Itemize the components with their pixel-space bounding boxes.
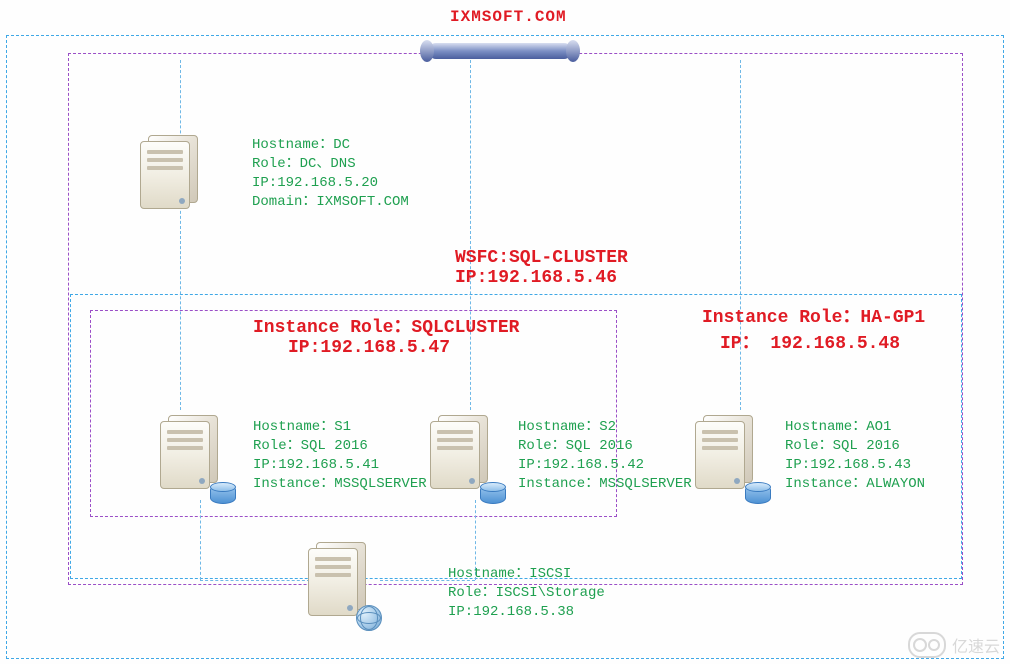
link-ao1	[740, 60, 741, 410]
disk-icon	[480, 482, 506, 504]
wsfc-label: WSFC:SQL-CLUSTER IP:192.168.5.46	[455, 248, 628, 288]
iscsi-ip: IP:192.168.5.38	[448, 603, 605, 622]
server-iscsi-icon	[308, 542, 378, 627]
ao1-ip: IP:192.168.5.43	[785, 456, 925, 475]
dc-domain: Domain：IXMSOFT.COM	[252, 193, 409, 212]
ao1-instance: Instance：ALWAYON	[785, 475, 925, 494]
domain-title: IXMSOFT.COM	[450, 8, 567, 26]
link-dc	[180, 60, 181, 410]
hagp1-role-ip: IP： 192.168.5.48	[720, 328, 925, 354]
s2-ip: IP:192.168.5.42	[518, 456, 692, 475]
hagp1-role-name: Instance Role：HA-GP1	[702, 302, 925, 328]
hagp1-role-label: Instance Role：HA-GP1 IP： 192.168.5.48	[702, 302, 925, 354]
ao1-role: Role：SQL 2016	[785, 437, 925, 456]
server-ao1-icon	[695, 415, 765, 500]
wsfc-name: WSFC:SQL-CLUSTER	[455, 248, 628, 268]
iscsi-info: Hostname：ISCSI Role：ISCSI\Storage IP:192…	[448, 565, 605, 622]
server-s1-icon	[160, 415, 230, 500]
s1-ip: IP:192.168.5.41	[253, 456, 427, 475]
disk-icon	[210, 482, 236, 504]
watermark-text: 亿速云	[952, 633, 1000, 657]
iscsi-hostname: Hostname：ISCSI	[448, 565, 605, 584]
watermark: 亿速云	[908, 632, 1000, 658]
watermark-logo-icon	[908, 632, 946, 658]
s2-hostname: Hostname：S2	[518, 418, 692, 437]
s1-hostname: Hostname：S1	[253, 418, 427, 437]
dc-info: Hostname：DC Role：DC、DNS IP:192.168.5.20 …	[252, 136, 409, 212]
network-bus-icon	[420, 40, 580, 62]
link-iscsi-s1-v	[200, 500, 201, 580]
dc-hostname: Hostname：DC	[252, 136, 409, 155]
dc-role: Role：DC、DNS	[252, 155, 409, 174]
s1-role: Role：SQL 2016	[253, 437, 427, 456]
s2-info: Hostname：S2 Role：SQL 2016 IP:192.168.5.4…	[518, 418, 692, 494]
s1-instance: Instance：MSSQLSERVER	[253, 475, 427, 494]
s2-role: Role：SQL 2016	[518, 437, 692, 456]
wsfc-ip: IP:192.168.5.46	[455, 268, 628, 288]
globe-icon	[356, 605, 382, 631]
iscsi-role: Role：ISCSI\Storage	[448, 584, 605, 603]
sqlcluster-role-name: Instance Role：SQLCLUSTER	[253, 312, 519, 338]
s1-info: Hostname：S1 Role：SQL 2016 IP:192.168.5.4…	[253, 418, 427, 494]
s2-instance: Instance：MSSQLSERVER	[518, 475, 692, 494]
disk-icon	[745, 482, 771, 504]
server-s2-icon	[430, 415, 500, 500]
ao1-info: Hostname：AO1 Role：SQL 2016 IP:192.168.5.…	[785, 418, 925, 494]
server-dc-icon	[140, 135, 210, 220]
link-iscsi-s1-h	[200, 580, 310, 581]
sqlcluster-role-label: Instance Role：SQLCLUSTER IP:192.168.5.47	[253, 312, 519, 358]
sqlcluster-role-ip: IP:192.168.5.47	[288, 338, 519, 358]
dc-ip: IP:192.168.5.20	[252, 174, 409, 193]
ao1-hostname: Hostname：AO1	[785, 418, 925, 437]
